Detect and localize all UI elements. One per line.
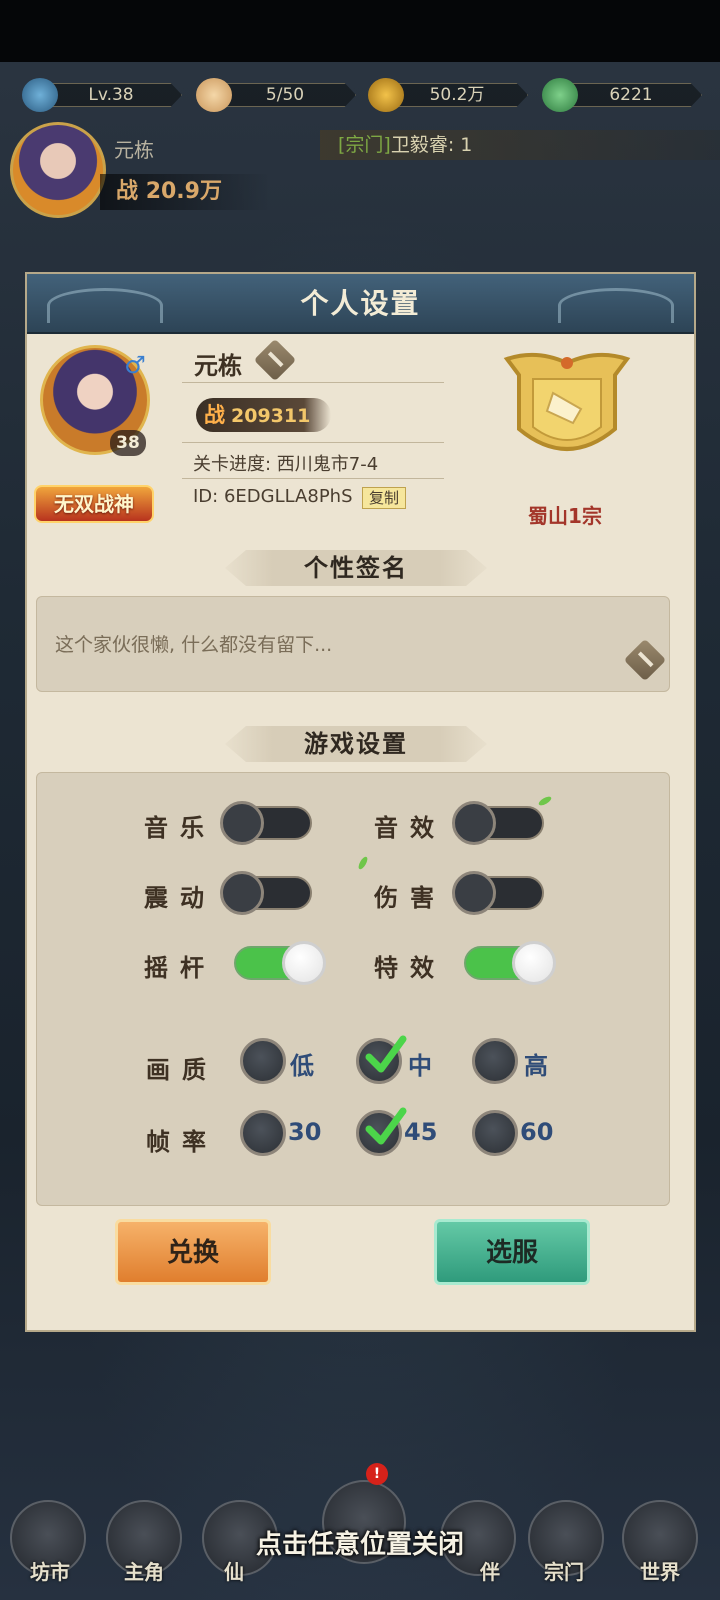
- setting-label-damage: 伤害: [374, 884, 446, 912]
- fps-30-radio[interactable]: [240, 1110, 286, 1156]
- fps-45-radio[interactable]: [356, 1107, 407, 1156]
- male-gender-icon: ♂: [124, 351, 146, 379]
- fps-30-label: 30: [288, 1118, 322, 1146]
- profile-name: 元栋: [194, 352, 242, 380]
- quality-low-label: 低: [290, 1052, 314, 1080]
- music-toggle[interactable]: [220, 801, 312, 845]
- notification-badge: !: [366, 1463, 388, 1485]
- stamina-resource[interactable]: 5/50: [196, 78, 356, 112]
- player-name: 元栋: [114, 138, 154, 162]
- setting-label-joystick: 摇杆: [144, 954, 216, 982]
- level-value: Lv.38: [40, 83, 182, 107]
- toggle-knob: [452, 801, 496, 845]
- power-value: 20.9万: [145, 179, 222, 204]
- level-icon: [22, 78, 58, 112]
- sect-name: 蜀山1宗: [528, 504, 602, 528]
- player-avatar[interactable]: [10, 122, 106, 218]
- setting-label-vibration: 震动: [144, 884, 216, 912]
- fps-45-label: 45: [404, 1118, 438, 1146]
- toggle-knob: [512, 941, 556, 985]
- signature-section-title: 个性签名: [225, 550, 487, 586]
- game-settings-title: 游戏设置: [225, 726, 487, 762]
- fps-60-radio[interactable]: [472, 1110, 518, 1156]
- toggle-knob: [220, 801, 264, 845]
- title-badge[interactable]: 无双战神: [34, 485, 154, 523]
- sect-emblem-icon[interactable]: [497, 349, 637, 469]
- select-server-button[interactable]: 选服: [434, 1219, 590, 1285]
- tap-to-close-hint[interactable]: 点击任意位置关闭: [0, 1524, 720, 1561]
- player-power: 战 20.9万: [100, 174, 270, 210]
- profile-level-badge: 38: [110, 430, 146, 456]
- stage-progress: 关卡进度: 西川鬼市7-4: [193, 454, 379, 475]
- bun-icon: [196, 78, 232, 112]
- vibration-toggle[interactable]: [220, 871, 312, 915]
- setting-label-music: 音乐: [144, 814, 216, 842]
- profile-power-value: 209311: [231, 405, 311, 427]
- coins-resource[interactable]: 50.2万: [368, 78, 528, 112]
- signature-text: 这个家伙很懒, 什么都没有留下...: [55, 634, 333, 656]
- profile-power-label: 战: [204, 403, 225, 427]
- quality-high-label: 高: [524, 1052, 548, 1080]
- player-id: ID: 6EDGLLA8PhS: [193, 486, 353, 507]
- checkmark-icon: [365, 1107, 407, 1145]
- quality-high-radio[interactable]: [472, 1038, 518, 1084]
- jade-value: 6221: [560, 83, 702, 107]
- copy-id-button[interactable]: 复制: [362, 487, 407, 509]
- chat-ticker[interactable]: [宗门]卫毅睿: 1: [320, 130, 720, 160]
- level-resource: Lv.38: [22, 78, 182, 112]
- game-settings-panel: [36, 772, 670, 1206]
- damage-toggle[interactable]: [452, 871, 544, 915]
- setting-label-sfx: 音效: [374, 814, 446, 842]
- chat-channel-tag: [宗门]: [338, 134, 391, 156]
- quality-medium-radio[interactable]: [356, 1035, 407, 1084]
- coin-icon: [368, 78, 404, 112]
- quality-label: 画质: [146, 1056, 218, 1084]
- checkmark-icon: [365, 1035, 407, 1073]
- toggle-knob: [282, 941, 326, 985]
- redeem-button[interactable]: 兑换: [115, 1219, 271, 1285]
- jade-resource[interactable]: 6221: [542, 78, 702, 112]
- dialog-title: 个人设置: [27, 274, 694, 334]
- profile-power: 战 209311: [196, 398, 331, 432]
- fps-60-label: 60: [520, 1118, 554, 1146]
- divider: [182, 442, 444, 443]
- chat-message: 卫毅睿: 1: [390, 134, 473, 156]
- joystick-toggle[interactable]: [234, 941, 326, 985]
- toggle-knob: [452, 871, 496, 915]
- sfx-toggle[interactable]: [452, 801, 544, 845]
- stamina-value: 5/50: [214, 83, 356, 107]
- divider: [182, 478, 444, 479]
- fps-label: 帧率: [146, 1128, 218, 1156]
- status-bar-area: [0, 0, 720, 62]
- toggle-knob: [220, 871, 264, 915]
- jade-icon: [542, 78, 578, 112]
- power-label: 战: [116, 179, 139, 204]
- setting-label-effects: 特效: [374, 954, 446, 982]
- quality-low-radio[interactable]: [240, 1038, 286, 1084]
- coins-value: 50.2万: [386, 83, 528, 107]
- quality-medium-label: 中: [408, 1052, 432, 1080]
- effects-toggle[interactable]: [464, 941, 556, 985]
- divider: [182, 382, 444, 383]
